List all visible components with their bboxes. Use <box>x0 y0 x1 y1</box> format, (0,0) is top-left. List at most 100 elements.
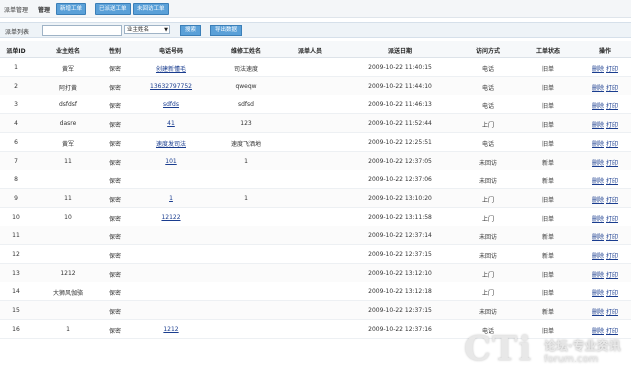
delete-link[interactable]: 删除 <box>592 214 604 223</box>
cell-phone[interactable]: 12122 <box>146 214 196 221</box>
cell-phone[interactable]: 41 <box>146 120 196 127</box>
cell-visit: 电话 <box>481 103 494 111</box>
delete-link[interactable]: 删除 <box>592 270 604 279</box>
header-visit: 访问方式 <box>475 48 500 55</box>
header-worker: 维修工姓名 <box>230 48 261 55</box>
table-row: 11 保密 2009-10-22 12:37:14 未回访 新单 删除 打印 <box>0 226 631 246</box>
cell-phone[interactable]: 创建新懂毛 <box>146 64 196 73</box>
delete-link[interactable]: 删除 <box>592 101 604 110</box>
cell-owner: 大狮风伽骆 <box>52 290 83 298</box>
print-link[interactable]: 打印 <box>606 101 618 110</box>
cell-status: 旧单 <box>541 215 554 223</box>
cell-worker: 速度飞洒地 <box>230 140 261 148</box>
cell-status: 新单 <box>541 178 554 186</box>
table-row: 10 10 保密 12122 2009-10-22 13:11:58 上门 旧单 删除 打印 <box>0 207 631 227</box>
cell-phone[interactable]: 1212 <box>146 326 196 333</box>
cell-date: 2009-10-22 12:37:15 <box>368 307 432 315</box>
cell-id: 7 <box>14 157 18 165</box>
delete-link[interactable]: 删除 <box>592 232 604 241</box>
cell-phone[interactable]: 速度发司法 <box>146 139 196 148</box>
print-link[interactable]: 打印 <box>606 307 618 316</box>
cell-phone[interactable]: sdfds <box>146 101 196 108</box>
cell-id: 14 <box>12 288 20 296</box>
cell-gender: 保密 <box>108 215 121 223</box>
header-phone: 电话号码 <box>158 48 183 55</box>
cell-visit: 电话 <box>481 66 494 73</box>
cell-id: 8 <box>14 176 18 184</box>
cell-phone[interactable]: 101 <box>146 158 196 165</box>
delete-link[interactable]: 删除 <box>592 158 604 167</box>
cell-worker: qweqw <box>235 82 257 90</box>
cell-id: 13 <box>12 269 20 277</box>
cell-date: 2009-10-22 13:12:10 <box>368 269 432 277</box>
print-link[interactable]: 打印 <box>606 288 618 297</box>
cell-gender: 保密 <box>108 66 121 73</box>
delete-link[interactable]: 删除 <box>592 83 604 92</box>
new-order-button[interactable]: 新增工单 <box>56 3 87 15</box>
print-link[interactable]: 打印 <box>606 251 618 260</box>
print-link[interactable]: 打印 <box>606 139 618 148</box>
print-link[interactable]: 打印 <box>606 83 618 92</box>
cell-phone[interactable]: 1 <box>146 195 196 202</box>
cell-id: 15 <box>12 307 20 315</box>
cell-date: 2009-10-22 11:40:15 <box>368 64 432 71</box>
cell-owner: 11 <box>64 194 72 202</box>
cell-date: 2009-10-22 11:52:44 <box>368 120 432 128</box>
print-link[interactable]: 打印 <box>606 232 618 241</box>
table-row: 8 保密 2009-10-22 12:37:06 未回访 新单 删除 打印 <box>0 170 631 190</box>
cell-visit: 电话 <box>481 140 494 148</box>
chevron-down-icon: ▼ <box>164 27 168 33</box>
delete-link[interactable]: 删除 <box>592 307 604 316</box>
print-link[interactable]: 打印 <box>606 176 618 185</box>
print-link[interactable]: 打印 <box>606 270 618 279</box>
section-label: 管理 <box>38 7 51 14</box>
cell-id: 10 <box>12 213 20 221</box>
cell-date: 2009-10-22 11:44:10 <box>368 82 432 90</box>
cell-id: 9 <box>14 194 18 202</box>
cell-worker: 司法速度 <box>233 66 258 73</box>
cell-worker: 1 <box>244 157 248 165</box>
cell-status: 旧单 <box>541 103 554 111</box>
cell-gender: 保密 <box>108 234 121 242</box>
search-button[interactable]: 搜索 <box>180 25 202 36</box>
cell-owner: 1 <box>66 325 70 333</box>
cell-owner: 1212 <box>60 269 76 277</box>
header-owner: 业主姓名 <box>55 48 80 55</box>
table-row: 4 dasre 保密 41 123 2009-10-22 11:52:44 上门 旧单 删除 打印 <box>0 114 631 134</box>
cell-id: 4 <box>14 120 18 128</box>
print-link[interactable]: 打印 <box>606 120 618 129</box>
delete-link[interactable]: 删除 <box>592 288 604 297</box>
cell-gender: 保密 <box>108 309 121 317</box>
cell-visit: 上门 <box>481 215 494 223</box>
cell-status: 旧单 <box>541 140 554 148</box>
cell-visit: 上门 <box>481 290 494 298</box>
header-gender: 性别 <box>108 48 121 55</box>
list-label: 派单列表 <box>5 29 30 36</box>
search-field-select[interactable]: 业主姓名 ▼ <box>124 25 170 34</box>
search-input[interactable] <box>42 25 122 36</box>
unvisited-orders-button[interactable]: 未回访工单 <box>133 3 169 15</box>
delete-link[interactable]: 删除 <box>592 195 604 204</box>
cell-id: 6 <box>14 138 18 146</box>
table-row: 15 保密 2009-10-22 12:37:15 未回访 新单 删除 打印 <box>0 301 631 321</box>
cell-worker: 123 <box>240 120 252 128</box>
delete-link[interactable]: 删除 <box>592 64 604 73</box>
delete-link[interactable]: 删除 <box>592 139 604 148</box>
cell-gender: 保密 <box>108 178 121 186</box>
delete-link[interactable]: 删除 <box>592 120 604 129</box>
delete-link[interactable]: 删除 <box>592 251 604 260</box>
dispatched-orders-button[interactable]: 已派送工单 <box>95 3 131 15</box>
print-link[interactable]: 打印 <box>606 64 618 73</box>
export-button[interactable]: 导出数据 <box>210 25 243 36</box>
header-id: 派单ID <box>6 48 26 55</box>
forum-watermark: CTi 论坛·专业资讯 forum.com <box>464 329 631 371</box>
cell-visit: 未回访 <box>478 309 497 317</box>
cell-gender: 保密 <box>108 140 121 148</box>
cell-status: 旧单 <box>541 271 554 279</box>
print-link[interactable]: 打印 <box>606 214 618 223</box>
delete-link[interactable]: 删除 <box>592 176 604 185</box>
print-link[interactable]: 打印 <box>606 158 618 167</box>
print-link[interactable]: 打印 <box>606 195 618 204</box>
cell-phone[interactable]: 13632797752 <box>146 83 196 90</box>
table-row: 13 1212 保密 2009-10-22 13:12:10 上门 旧单 删除 打印 <box>0 263 631 283</box>
